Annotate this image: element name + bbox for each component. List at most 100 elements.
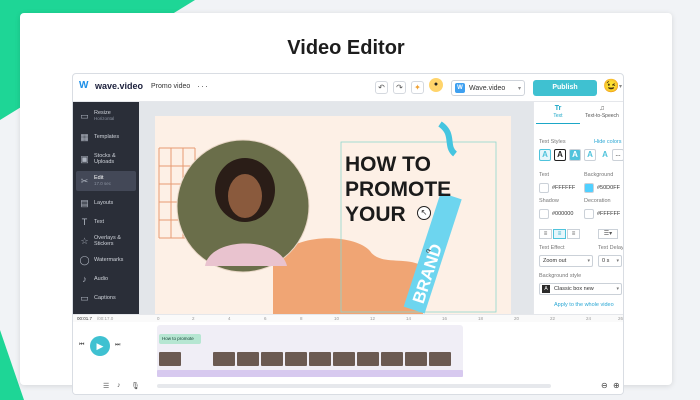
tab-label: Text-to-Speech [585, 113, 619, 119]
clip-thumbnail[interactable] [237, 352, 259, 366]
current-time: 00:01.7 [77, 316, 93, 321]
sidebar-item-text[interactable]: T Text [76, 212, 136, 232]
list-icon[interactable]: ☰ [103, 382, 109, 390]
undo-icon[interactable]: ↶ [375, 81, 388, 94]
sidebar-item-stocks[interactable]: ▣ Stocks & Uploads [76, 149, 136, 169]
text-style-option[interactable]: A [539, 149, 551, 161]
layouts-icon: ▤ [80, 198, 89, 208]
clip-thumbnail[interactable] [405, 352, 427, 366]
text-icon: T [81, 217, 88, 227]
line-spacing-icon[interactable]: ☰▾ [598, 229, 618, 239]
clip-thumbnail[interactable] [381, 352, 403, 366]
clip-thumbnail[interactable] [429, 352, 451, 366]
sidebar-item-watermarks[interactable]: ◯ Watermarks [76, 250, 136, 270]
video-canvas[interactable]: BRAND HOW TO PROMOTE YOUR ↖ ⟳ [155, 116, 511, 314]
chevron-down-icon: ▾ [616, 258, 619, 264]
voiceover-icon[interactable]: ♪ [117, 382, 121, 389]
sidebar-item-captions[interactable]: ▭ Captions [76, 288, 136, 308]
headline-line: HOW TO [345, 153, 431, 176]
apply-all-link[interactable]: Apply to the whole video [554, 302, 614, 308]
headline[interactable]: HOW TO PROMOTE YOUR [345, 152, 451, 227]
text-styles-label: Text Styles [539, 139, 566, 145]
text-delay-select[interactable]: 0 s ▾ [598, 255, 622, 267]
tick-label: 10 [334, 316, 340, 321]
stocks-icon: ▣ [80, 154, 89, 164]
workspace-icon: W [455, 83, 465, 93]
rotate-handle-icon[interactable]: ⟳ [426, 248, 431, 255]
tick-label: 26 [618, 316, 624, 321]
sidebar-item-templates[interactable]: ▦ Templates [76, 127, 136, 147]
notifications-icon[interactable]: ● [429, 78, 443, 92]
align-left-icon[interactable]: ≡ [539, 229, 552, 239]
chevron-down-icon[interactable]: ▾ [619, 83, 622, 90]
clip-thumbnail[interactable] [159, 352, 181, 366]
tab-text[interactable]: Tr Text [536, 104, 580, 124]
clip-thumbnail[interactable] [261, 352, 283, 366]
workspace-select[interactable]: W Wave.video ▾ [451, 80, 525, 96]
decoration-color-field[interactable]: #FFFFFF [584, 208, 620, 220]
user-avatar[interactable]: 😉 [603, 78, 619, 94]
shadow-color-field[interactable]: #000000 [539, 208, 573, 220]
zoom-out-icon[interactable]: ⊖ [601, 381, 608, 390]
tick-label: 18 [478, 316, 484, 321]
background-color-field[interactable]: #50D0FF [584, 182, 620, 194]
tick-label: 2 [192, 316, 195, 321]
clip-thumbnail[interactable] [285, 352, 307, 366]
align-right-icon[interactable]: ≡ [567, 229, 580, 239]
color-value: #000000 [552, 211, 574, 217]
chevron-down-icon: ▾ [616, 286, 619, 292]
timeline-scrollbar[interactable] [157, 384, 551, 388]
color-value: #FFFFFF [552, 185, 576, 191]
play-button[interactable]: ▶ [90, 336, 110, 356]
tick-label: 4 [228, 316, 231, 321]
text-color-field[interactable]: #FFFFFF [539, 182, 575, 194]
fire-icon[interactable]: ✦ [411, 81, 424, 94]
more-icon[interactable]: ··· [197, 81, 209, 91]
align-center-icon[interactable]: ≡ [553, 229, 566, 239]
clip-thumbnail[interactable] [213, 352, 235, 366]
sidebar-item-audio[interactable]: ♪ Audio [76, 269, 136, 289]
tick-label: 24 [586, 316, 592, 321]
text-style-option[interactable]: A [569, 149, 581, 161]
sidebar-item-resize[interactable]: ▭ Resize Horizontal [76, 106, 136, 126]
main-card: Video Editor W wave.video Promo video ··… [20, 13, 672, 395]
background-style-label: Background style [539, 273, 582, 279]
headline-line: PROMOTE [345, 178, 452, 201]
microphone-icon[interactable]: 🎙 [131, 382, 140, 390]
sidebar-item-layouts[interactable]: ▤ Layouts [76, 193, 136, 213]
resize-icon: ▭ [80, 111, 89, 121]
audio-track[interactable] [157, 370, 463, 377]
zoom-in-icon[interactable]: ⊕ [613, 381, 620, 390]
tab-text-to-speech[interactable]: ♫ Text-to-Speech [580, 104, 623, 124]
sidebar-item-overlays[interactable]: ☆ Overlays & Stickers [76, 231, 136, 251]
skip-forward-icon[interactable]: ⏭ [115, 342, 120, 349]
workspace-name: Wave.video [469, 84, 506, 92]
more-styles-button[interactable]: ... [612, 149, 623, 161]
canvas-area: BRAND HOW TO PROMOTE YOUR ↖ ⟳ [139, 102, 533, 314]
sidebar-item-edit[interactable]: ✂ Edit 17.0 sec [76, 171, 136, 191]
clip-thumbnail[interactable] [309, 352, 331, 366]
sidebar-item-label: Layouts [94, 200, 114, 206]
publish-button[interactable]: Publish [533, 80, 597, 96]
logo-text: wave.video [95, 81, 144, 91]
logo[interactable]: W wave.video [79, 81, 144, 92]
background-style-select[interactable]: A Classic box new ▾ [539, 283, 622, 295]
text-style-option[interactable]: A [584, 149, 596, 161]
sidebar-item-sub: Horizontal [94, 116, 115, 121]
select-value: Zoom out [543, 258, 567, 264]
redo-icon[interactable]: ↷ [393, 81, 406, 94]
clip-thumbnail[interactable] [357, 352, 379, 366]
text-style-option[interactable]: A [554, 149, 566, 161]
text-effect-select[interactable]: Zoom out ▾ [539, 255, 593, 267]
project-name[interactable]: Promo video [151, 83, 190, 90]
total-time: /00:17.0 [97, 316, 114, 321]
sidebar-item-label: Overlays & Stickers [94, 235, 121, 247]
clip-thumbnail[interactable] [333, 352, 355, 366]
hide-colors-link[interactable]: Hide colors [594, 139, 622, 145]
color-swatch [539, 209, 549, 219]
skip-back-icon[interactable]: ⏮ [79, 342, 84, 349]
text-style-option[interactable]: A [599, 149, 611, 161]
chevron-down-icon: ▾ [587, 258, 590, 264]
text-track-clip[interactable]: How to promote [159, 334, 201, 344]
color-swatch [584, 209, 594, 219]
